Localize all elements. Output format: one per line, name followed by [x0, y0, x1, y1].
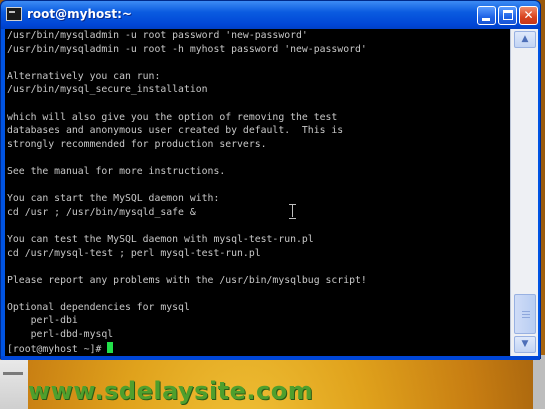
- terminal-icon: [6, 7, 22, 21]
- maximize-icon: [503, 10, 513, 20]
- terminal-line: which will also give you the option of r…: [7, 111, 338, 123]
- scrollbar-thumb[interactable]: [514, 294, 536, 334]
- desktop-taskbar-fragment: [0, 360, 28, 409]
- terminal-line: Alternatively you can run:: [7, 70, 161, 82]
- thumb-grip: [522, 317, 530, 318]
- terminal-line: cd /usr ; /usr/bin/mysqld_safe &: [7, 206, 196, 218]
- terminal-line: Please report any problems with the /usr…: [7, 274, 367, 286]
- window-title: root@myhost:~: [27, 7, 132, 21]
- block-cursor: [107, 341, 114, 353]
- shell-prompt[interactable]: [root@myhost ~]#: [7, 341, 367, 356]
- desktop-edge: [533, 355, 545, 409]
- terminal-line: databases and anonymous user created by …: [7, 125, 344, 137]
- window-frame-bottom: [1, 356, 540, 360]
- text-cursor-icon: [289, 204, 296, 219]
- vertical-scrollbar[interactable]: ▲ ▼: [510, 29, 538, 356]
- thumb-grip: [522, 314, 530, 315]
- terminal-line: perl-dbd-mysql: [7, 329, 114, 341]
- close-icon: ✕: [523, 8, 534, 22]
- scroll-up-icon[interactable]: ▲: [514, 31, 536, 48]
- terminal-line: /usr/bin/mysql_secure_installation: [7, 84, 208, 96]
- terminal-line: You can test the MySQL daemon with mysql…: [7, 233, 314, 245]
- prompt-text: [root@myhost ~]#: [7, 343, 108, 355]
- terminal-line: /usr/bin/mysqladmin -u root -h myhost pa…: [7, 43, 367, 55]
- terminal-line: perl-dbi: [7, 315, 78, 327]
- terminal-line: Optional dependencies for mysql: [7, 301, 190, 313]
- terminal-line: You can start the MySQL daemon with:: [7, 193, 220, 205]
- minimize-button[interactable]: [477, 6, 496, 25]
- thumb-grip: [522, 311, 530, 312]
- title-bar[interactable]: root@myhost:~ ✕: [1, 1, 540, 29]
- scroll-down-icon[interactable]: ▼: [514, 336, 536, 353]
- terminal-output[interactable]: /usr/bin/mysqladmin -u root password 'ne…: [5, 29, 510, 356]
- terminal-line: /usr/bin/mysqladmin -u root password 'ne…: [7, 30, 308, 41]
- close-button[interactable]: ✕: [519, 6, 538, 25]
- terminal-window[interactable]: root@myhost:~ ✕ /usr/bin/mysqladmin -u r…: [0, 0, 541, 360]
- terminal-text: /usr/bin/mysqladmin -u root password 'ne…: [7, 29, 367, 355]
- minimize-icon: [482, 18, 490, 21]
- terminal-line: strongly recommended for production serv…: [7, 138, 267, 150]
- watermark-text: www.sdelaysite.com: [28, 377, 314, 405]
- terminal-line: See the manual for more instructions.: [7, 165, 226, 177]
- terminal-line: cd /usr/mysql-test ; perl mysql-test-run…: [7, 247, 261, 259]
- maximize-button[interactable]: [498, 6, 517, 25]
